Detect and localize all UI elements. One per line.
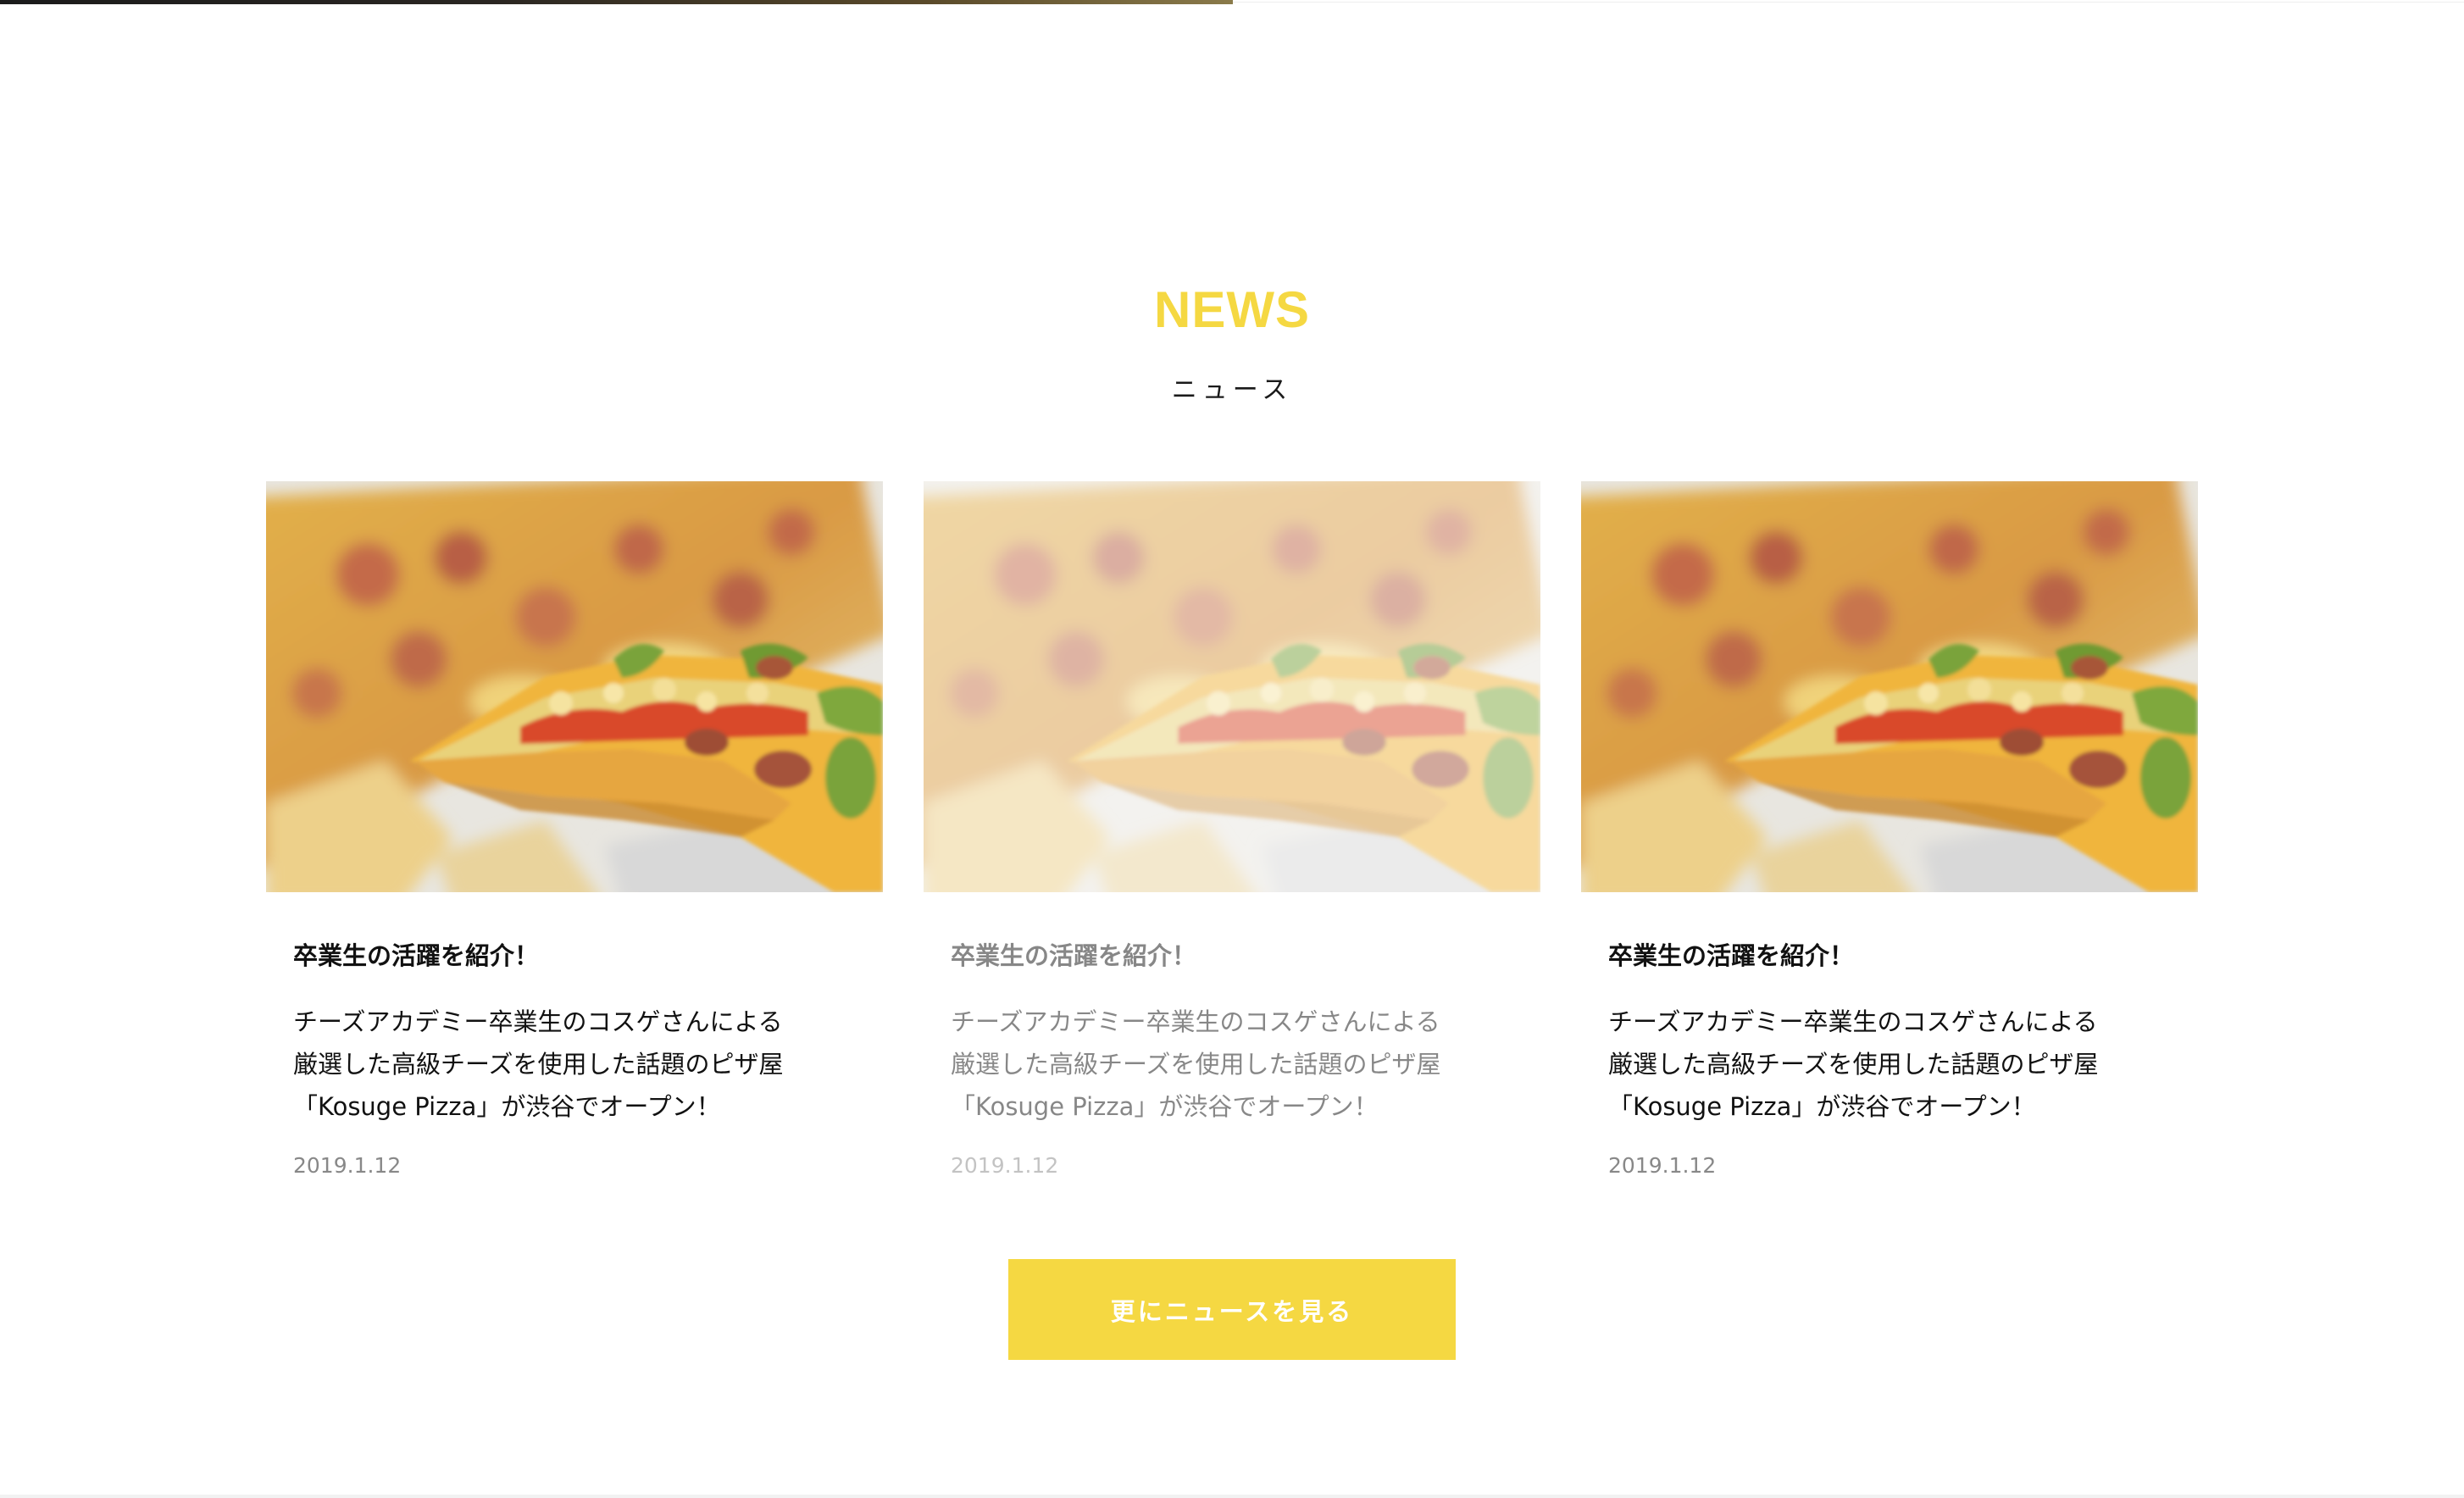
news-text: チーズアカデミー卒業生のコスゲさんによる 厳選した高級チーズを使用した話題のピザ… — [293, 1007, 784, 1121]
news-section: NEWS ニュース 卒業生の活躍を紹介！ チーズアカデミー卒業生のコスゲさんによ… — [0, 0, 2464, 1498]
news-card[interactable]: 卒業生の活躍を紹介！ チーズアカデミー卒業生のコスゲさんによる 厳選した高級チー… — [266, 481, 883, 1210]
pizza-photo-icon[interactable] — [924, 481, 1540, 892]
pizza-photo-icon[interactable] — [266, 481, 883, 892]
news-date: 2019.1.12 — [1608, 1153, 1717, 1178]
section-title: NEWS — [1154, 281, 1310, 338]
section-subtitle: ニュース — [1171, 375, 1293, 405]
divider — [0, 1495, 2464, 1498]
news-card[interactable]: 卒業生の活躍を紹介！ チーズアカデミー卒業生のコスゲさんによる 厳選した高級チー… — [1581, 481, 2198, 1210]
pizza-photo-icon[interactable] — [1581, 481, 2198, 892]
news-title[interactable]: 卒業生の活躍を紹介！ — [293, 935, 539, 977]
news-date: 2019.1.12 — [951, 1153, 1059, 1178]
news-text: チーズアカデミー卒業生のコスゲさんによる 厳選した高級チーズを使用した話題のピザ… — [951, 1007, 1441, 1121]
news-title[interactable]: 卒業生の活躍を紹介！ — [951, 935, 1196, 977]
news-card[interactable]: 卒業生の活躍を紹介！ チーズアカデミー卒業生のコスゲさんによる 厳選した高級チー… — [924, 481, 1540, 1210]
news-date: 2019.1.12 — [293, 1153, 402, 1178]
news-text: チーズアカデミー卒業生のコスゲさんによる 厳選した高級チーズを使用した話題のピザ… — [1608, 1007, 2099, 1121]
more-news-button[interactable]: 更にニュースを見る — [1008, 1259, 1456, 1360]
news-title[interactable]: 卒業生の活躍を紹介！ — [1608, 935, 1854, 977]
